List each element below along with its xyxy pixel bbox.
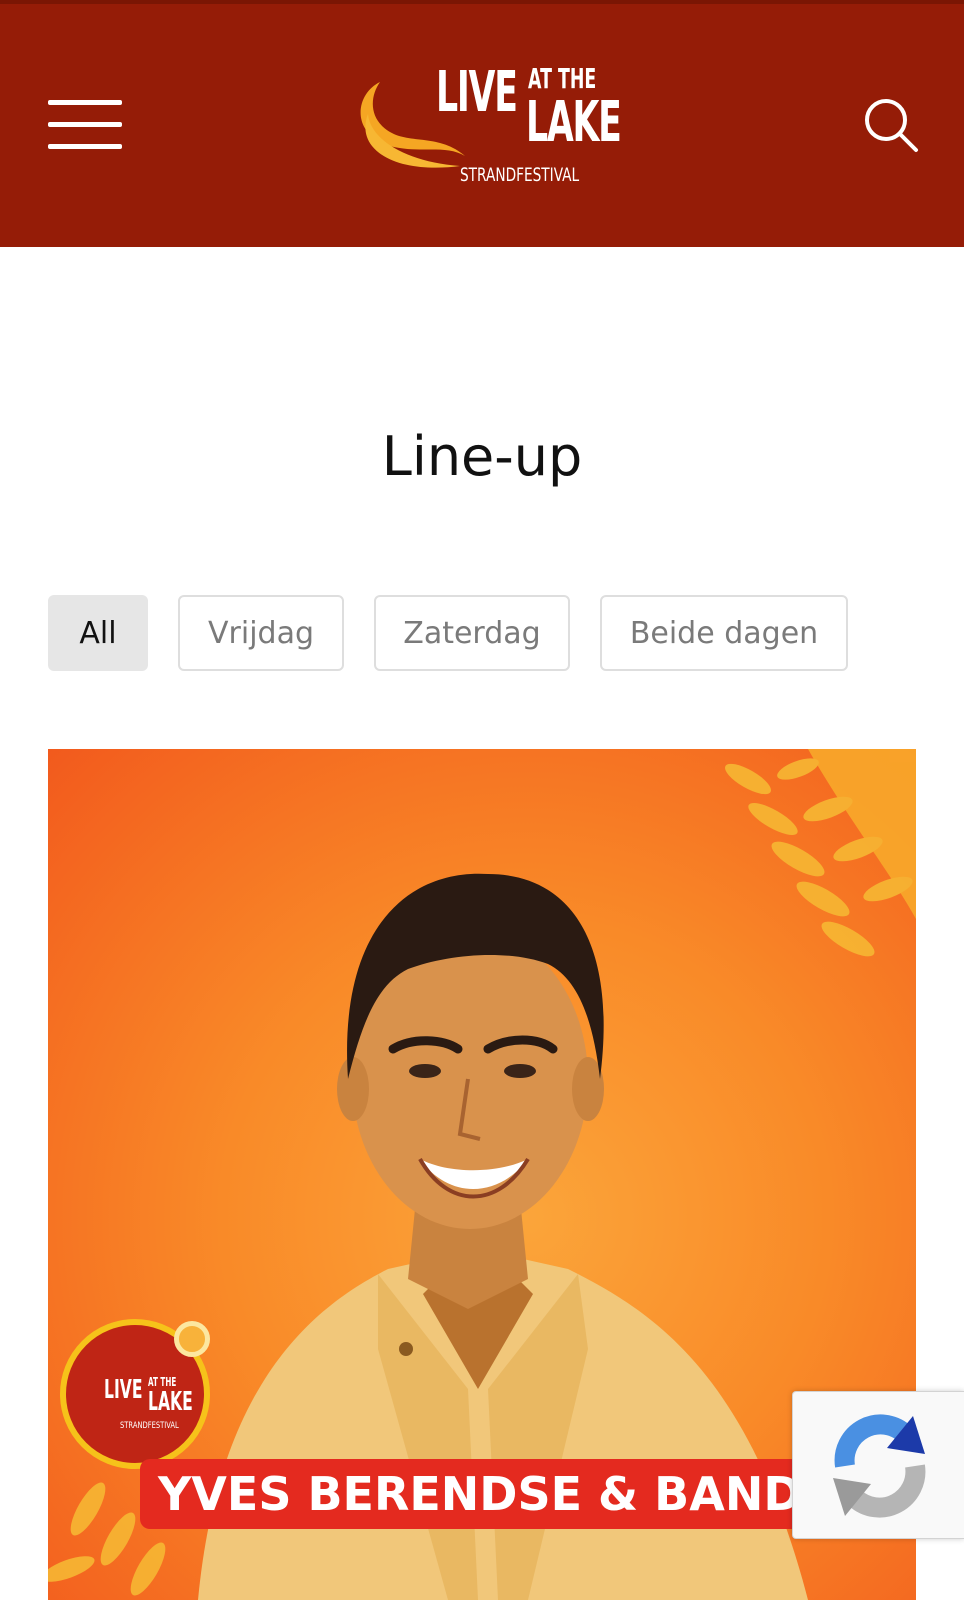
badge-lake-text: LAKE [148,1387,193,1417]
badge-dot-icon [174,1321,210,1357]
filter-zaterdag[interactable]: Zaterdag [374,595,570,671]
badge-tagline: STRANDFESTIVAL [120,1421,179,1431]
search-icon[interactable] [862,96,920,154]
leaf-decoration-icon [725,749,916,957]
site-header: LIVE AT THE LAKE STRANDFESTIVAL [0,0,964,247]
filter-beide-dagen[interactable]: Beide dagen [600,595,848,671]
artist-card[interactable]: LIVE AT THE LAKE STRANDFESTIVAL YVES BER… [48,749,916,1600]
filter-vrijdag[interactable]: Vrijdag [178,595,344,671]
page-title: Line-up [381,425,583,488]
header-top-border [0,0,964,4]
logo-tagline: STRANDFESTIVAL [460,164,580,186]
recaptcha-icon [833,1414,926,1518]
recaptcha-widget[interactable] [792,1391,964,1539]
badge-live-text: LIVE [104,1375,143,1405]
logo-live-text: LIVE [436,60,518,125]
site-logo[interactable]: LIVE AT THE LAKE STRANDFESTIVAL [350,54,640,194]
logo-lake-text: LAKE [526,90,622,155]
filter-all[interactable]: All [48,595,148,671]
hamburger-menu-icon[interactable] [48,100,122,152]
